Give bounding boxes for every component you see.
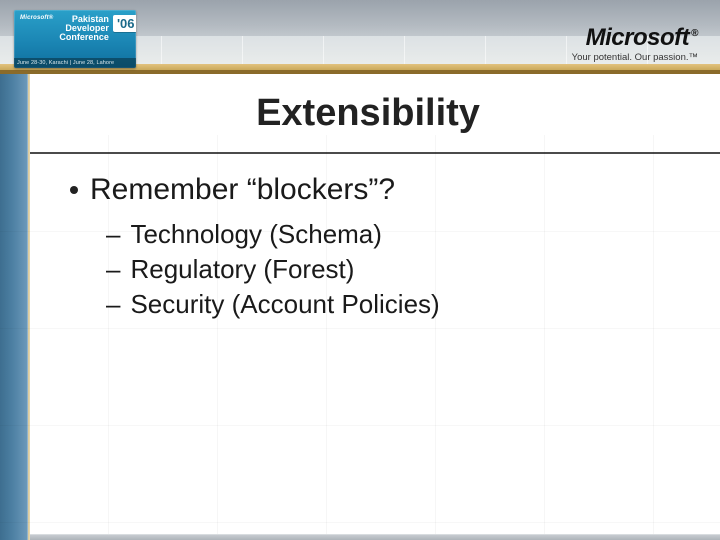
header-band: Microsoft® Pakistan Developer Conference… (0, 0, 720, 74)
badge-microsoft-mini: Microsoft® (20, 15, 53, 21)
badge-line-3: Conference (59, 33, 109, 42)
conference-badge: Microsoft® Pakistan Developer Conference… (14, 10, 136, 68)
bullet-level2-text: Regulatory (Forest) (130, 252, 354, 287)
microsoft-logo-text: Microsoft (586, 24, 690, 51)
bullet-level2: – Technology (Schema) (106, 217, 680, 252)
slide-title: Extensibility (40, 92, 696, 135)
bullet-level1-text: Remember “blockers”? (90, 171, 395, 209)
microsoft-brand: Microsoft® Your potential. Our passion.™ (572, 26, 698, 63)
slide-body: Remember “blockers”? – Technology (Schem… (0, 135, 720, 540)
slide-title-area: Extensibility (0, 92, 720, 135)
badge-year-chip: '06 (113, 15, 136, 32)
microsoft-tagline: Your potential. Our passion.™ (572, 52, 698, 63)
bullet-dot-icon (70, 186, 78, 194)
slide: Microsoft® Pakistan Developer Conference… (0, 0, 720, 540)
bullet-level2-text: Security (Account Policies) (130, 287, 439, 322)
bullet-dash-icon: – (106, 217, 120, 252)
microsoft-logo-registered: ® (691, 28, 698, 39)
bullet-dash-icon: – (106, 252, 120, 287)
badge-dates: June 28-30, Karachi | June 28, Lahore (14, 58, 136, 68)
microsoft-logo: Microsoft® (586, 26, 698, 50)
bullet-level1: Remember “blockers”? (70, 171, 680, 209)
bullet-dash-icon: – (106, 287, 120, 322)
bullet-level2: – Regulatory (Forest) (106, 252, 680, 287)
bullet-level2-text: Technology (Schema) (130, 217, 381, 252)
footer-stripe (30, 534, 720, 540)
bullet-level2: – Security (Account Policies) (106, 287, 680, 322)
